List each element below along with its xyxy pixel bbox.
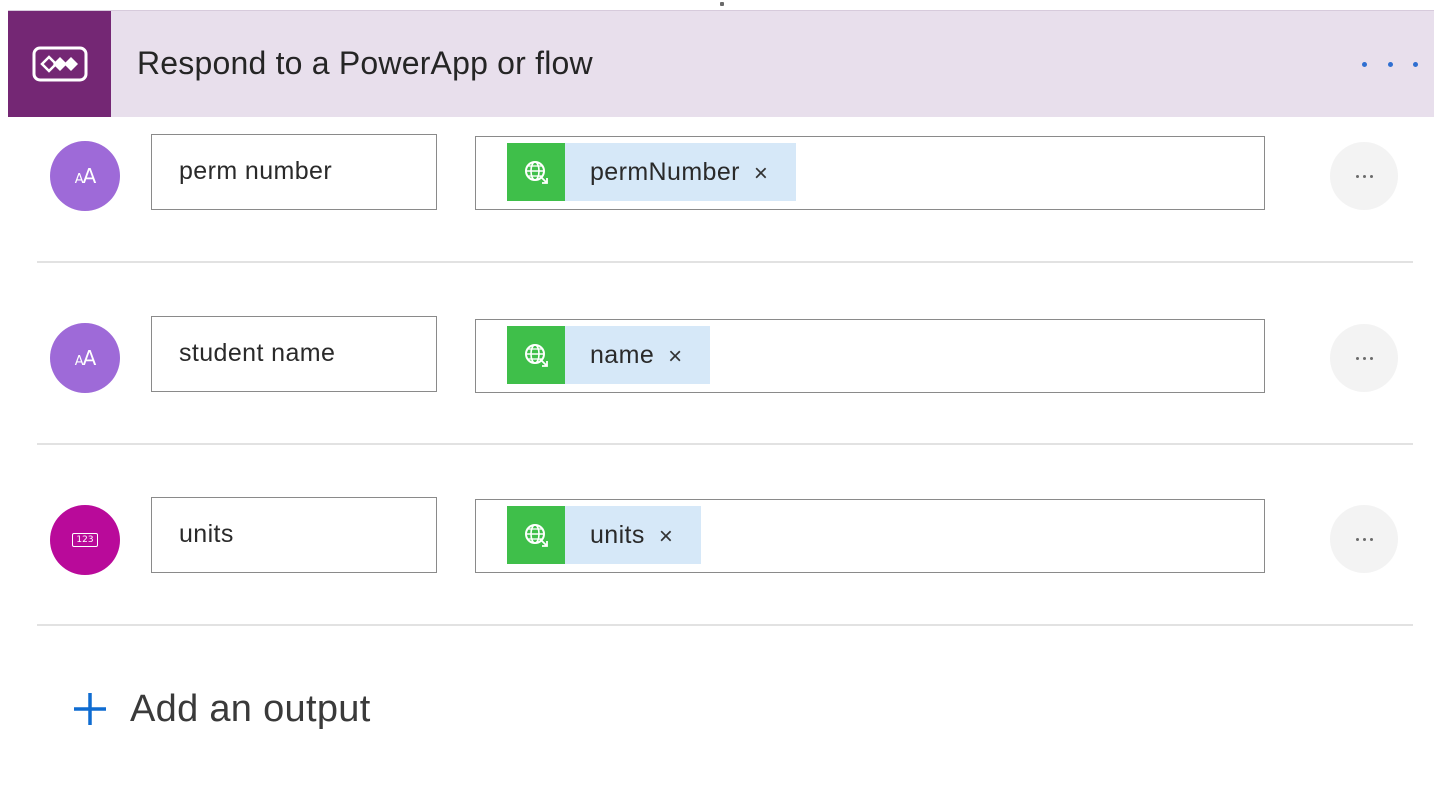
number-type-icon: 123 <box>50 505 120 575</box>
output-row: AA student name name × <box>0 316 1434 416</box>
output-name-field[interactable]: student name <box>151 316 437 392</box>
plus-icon <box>74 693 106 725</box>
row-divider <box>37 443 1413 445</box>
output-row: 123 units units × <box>0 497 1434 597</box>
dynamic-content-token[interactable]: name × <box>507 326 711 384</box>
row-more-options-icon[interactable] <box>1330 505 1398 573</box>
output-value-field[interactable]: units × <box>475 499 1265 573</box>
flow-action-card: Respond to a PowerApp or flow AA perm nu… <box>0 0 1434 789</box>
dynamic-content-token[interactable]: permNumber × <box>507 143 796 201</box>
powerapps-icon <box>8 11 111 117</box>
add-output-button[interactable]: Add an output <box>72 684 371 734</box>
number-glyph: 123 <box>72 533 98 547</box>
output-row: AA perm number permNumber × <box>0 134 1434 234</box>
action-title: Respond to a PowerApp or flow <box>137 45 593 81</box>
row-more-options-icon[interactable] <box>1330 142 1398 210</box>
row-more-options-icon[interactable] <box>1330 324 1398 392</box>
action-header[interactable]: Respond to a PowerApp or flow <box>8 10 1434 117</box>
globe-icon <box>507 143 565 201</box>
remove-token-icon[interactable]: × <box>668 343 682 371</box>
output-value-field[interactable]: permNumber × <box>475 136 1265 210</box>
add-output-label: Add an output <box>130 687 371 730</box>
token-label: name <box>590 340 655 369</box>
output-value-field[interactable]: name × <box>475 319 1265 393</box>
top-connector-mark <box>720 2 724 6</box>
output-name-field[interactable]: units <box>151 497 437 573</box>
row-divider <box>37 261 1413 263</box>
remove-token-icon[interactable]: × <box>659 523 673 551</box>
text-type-icon: AA <box>50 141 120 211</box>
text-type-icon: AA <box>50 323 120 393</box>
more-options-icon[interactable] <box>1362 49 1418 79</box>
output-name-field[interactable]: perm number <box>151 134 437 210</box>
globe-icon <box>507 326 565 384</box>
token-label: units <box>590 520 645 549</box>
remove-token-icon[interactable]: × <box>754 160 768 188</box>
globe-icon <box>507 506 565 564</box>
token-label: permNumber <box>590 157 740 186</box>
dynamic-content-token[interactable]: units × <box>507 506 701 564</box>
row-divider <box>37 624 1413 626</box>
